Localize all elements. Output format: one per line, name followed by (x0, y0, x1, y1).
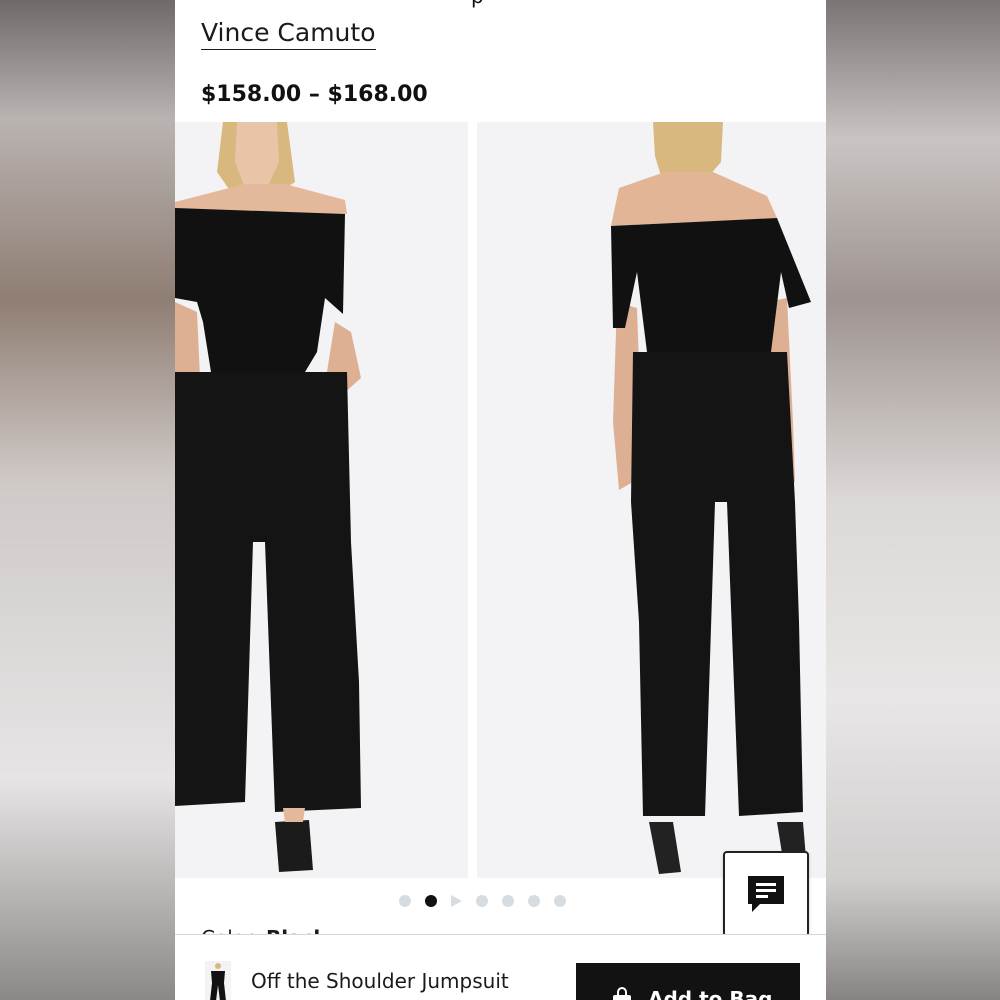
gallery-pagination[interactable] (399, 894, 566, 908)
product-name: Off the Shoulder Jumpsuit (251, 969, 509, 993)
product-image-back[interactable] (477, 122, 826, 878)
brand-link[interactable]: Vince Camuto (201, 18, 376, 50)
add-to-bag-label: Add to Bag (648, 987, 773, 1000)
image-gallery[interactable] (175, 122, 826, 878)
product-thumbnail (205, 961, 231, 1000)
blurred-background-left (0, 0, 175, 1000)
chat-button[interactable] (723, 851, 809, 937)
chat-icon (748, 876, 784, 912)
product-title-cropped: p (471, 0, 491, 6)
sticky-purchase-bar: Off the Shoulder Jumpsuit Add to Bag (175, 934, 826, 1000)
gallery-dot[interactable] (528, 895, 540, 907)
gallery-dot[interactable] (502, 895, 514, 907)
gallery-dot-active[interactable] (425, 895, 437, 907)
gallery-dot[interactable] (399, 895, 411, 907)
video-play-icon[interactable] (451, 895, 462, 907)
add-to-bag-button[interactable]: Add to Bag (576, 963, 800, 1000)
product-image-front[interactable] (175, 122, 468, 878)
product-page: p Vince Camuto $158.00 – $168.00 (175, 0, 826, 1000)
shopping-bag-icon (613, 987, 631, 1000)
gallery-dot[interactable] (476, 895, 488, 907)
blurred-background-right (825, 0, 1000, 1000)
gallery-dot[interactable] (554, 895, 566, 907)
price-range: $158.00 – $168.00 (201, 82, 428, 107)
